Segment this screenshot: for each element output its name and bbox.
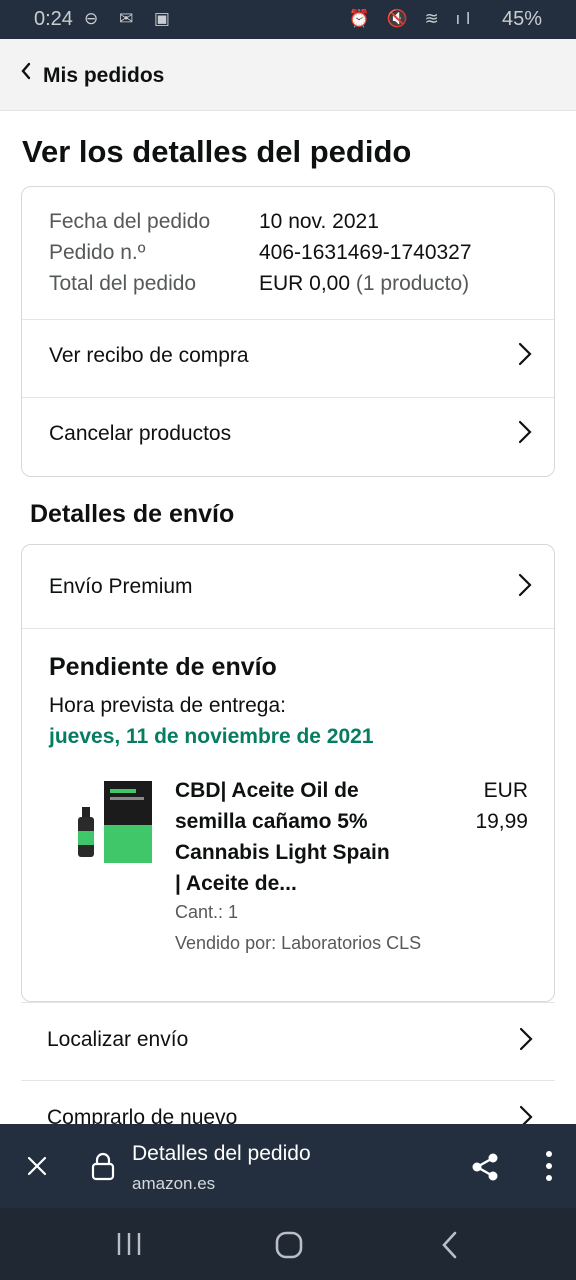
product-title-line: CBD| Aceite Oil de (175, 779, 359, 802)
battery-level: 45% (501, 8, 542, 30)
nav-header: Mis pedidos (0, 39, 576, 111)
back-to-orders-link[interactable]: Mis pedidos (43, 64, 164, 88)
product-title-line: | Aceite de... (175, 872, 297, 895)
home-icon[interactable] (274, 1230, 304, 1260)
order-total-amount: EUR 0,00 (259, 272, 351, 295)
track-package-row[interactable]: Localizar envío (21, 1002, 555, 1080)
back-icon[interactable] (440, 1230, 460, 1260)
system-nav-bar (0, 1208, 576, 1280)
status-bar: 0:24 ⊖ ✉ ▣ ⏰ 🔇 ≋ ıl 45% (0, 0, 576, 39)
chevron-left-icon[interactable] (20, 61, 32, 81)
browser-page-title: Detalles del pedido (132, 1142, 311, 1165)
order-total-items: (1 producto) (355, 272, 470, 295)
order-total-value: EUR 0,00 (1 producto) (259, 272, 469, 296)
chevron-right-icon (519, 1027, 533, 1051)
price-currency: EUR (483, 779, 528, 802)
product-thumbnail[interactable] (68, 781, 168, 871)
more-options-icon[interactable] (544, 1150, 554, 1182)
order-date-value: 10 nov. 2021 (259, 210, 379, 233)
order-date-label: Fecha del pedido (49, 210, 211, 233)
product-price: EUR 19,99 (448, 775, 528, 837)
share-icon[interactable] (470, 1152, 500, 1182)
browser-url: amazon.es (132, 1174, 216, 1193)
shipping-method-label: Envío Premium (49, 575, 193, 598)
status-system-icons: ⏰ 🔇 ≋ ıl (348, 9, 476, 28)
chevron-right-icon (518, 420, 532, 444)
shipping-method-row[interactable]: Envío Premium (22, 545, 554, 629)
product-quantity: Cant.: 1 (175, 902, 239, 922)
product-title-line: semilla cañamo 5% (175, 810, 368, 833)
track-package-label: Localizar envío (47, 1028, 189, 1051)
order-total-label: Total del pedido (49, 272, 197, 295)
browser-toolbar: Detalles del pedido amazon.es (0, 1124, 576, 1208)
shipment-card: Envío Premium Pendiente de envío Hora pr… (21, 544, 555, 1002)
cancel-products-row[interactable]: Cancelar productos (22, 397, 554, 475)
view-receipt-label: Ver recibo de compra (49, 344, 249, 367)
cancel-products-label: Cancelar productos (49, 422, 232, 445)
product-title-line: Cannabis Light Spain (175, 841, 390, 864)
view-receipt-row[interactable]: Ver recibo de compra (22, 319, 554, 397)
status-time: 0:24 (34, 8, 73, 30)
status-notification-icons: ⊖ ✉ ▣ (84, 9, 178, 28)
price-value: 19,99 (475, 810, 528, 833)
chevron-right-icon (518, 342, 532, 366)
shipment-status: Pendiente de envío (49, 653, 277, 681)
page-title: Ver los detalles del pedido (22, 134, 412, 169)
chevron-right-icon (518, 573, 532, 597)
recent-apps-icon[interactable] (116, 1230, 142, 1258)
close-icon[interactable] (26, 1155, 48, 1177)
eta-label: Hora prevista de entrega: (49, 694, 286, 717)
product-seller: Vendido por: Laboratorios CLS (175, 933, 422, 953)
shipping-section-title: Detalles de envío (30, 500, 235, 528)
lock-icon[interactable] (90, 1151, 116, 1181)
order-summary-card: Fecha del pedido 10 nov. 2021 Pedido n.º… (21, 186, 555, 477)
order-number-value: 406-1631469-1740327 (259, 241, 472, 264)
product-title[interactable]: CBD| Aceite Oil de semilla cañamo 5% Can… (175, 775, 415, 899)
eta-date: jueves, 11 de noviembre de 2021 (49, 725, 374, 748)
order-number-label: Pedido n.º (49, 241, 146, 264)
